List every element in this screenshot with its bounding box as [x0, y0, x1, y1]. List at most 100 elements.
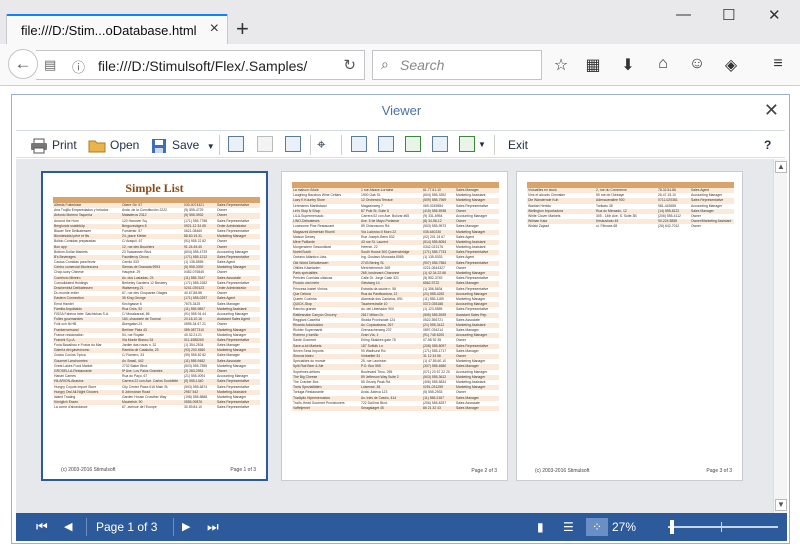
zoom-slider-tick: [721, 522, 722, 532]
browser-tab-bar: file:///D:/Stim...oDatabase.html × + — ☐…: [0, 0, 800, 44]
table-cell: Sales Manager: [456, 405, 479, 410]
print-label: Print: [52, 138, 77, 152]
report-body: La maison d'Asie 1 rue Alsace-Lorraine 61.…: [292, 188, 499, 412]
scroll-up-icon[interactable]: ▲: [775, 161, 787, 173]
vertical-scrollbar[interactable]: ▲ ▼: [773, 159, 787, 513]
reading-list-icon[interactable]: ▦: [583, 55, 603, 75]
table-cell: 86 21 32 43: [423, 405, 441, 410]
exit-button[interactable]: Exit: [508, 135, 528, 155]
multi-page-view-icon[interactable]: ⁘: [586, 518, 608, 536]
last-page-icon[interactable]: ⏭: [207, 518, 219, 536]
minimize-icon[interactable]: —: [676, 6, 691, 23]
report-page-3[interactable]: Company Address Phone Contact Victuailles en…: [516, 171, 743, 481]
status-divider: [86, 518, 87, 536]
zoom-slider[interactable]: [668, 526, 778, 528]
folder-icon: [88, 138, 106, 154]
page-indicator[interactable]: Page 1 of 3: [96, 518, 157, 536]
continuous-icon[interactable]: [378, 136, 394, 152]
single-page-view-icon[interactable]: ▮: [537, 518, 544, 536]
page-footer-left: (c) 2003-2016 Stimulsoft: [535, 468, 590, 474]
save-label: Save: [172, 138, 200, 152]
scroll-down-icon[interactable]: ▼: [775, 499, 787, 511]
next-page-icon[interactable]: ▶: [182, 518, 190, 536]
table-cell: Wolski Zajazd: [528, 224, 550, 229]
clipboard-icon[interactable]: [257, 136, 273, 152]
table-row: Wolski Zajazd ul. Filtrowa 68 (26) 642-701…: [527, 224, 734, 229]
url-text[interactable]: file:///D:/Stimulsoft/Flex/.Samples/: [98, 58, 307, 74]
home-icon[interactable]: ⌂: [653, 55, 673, 73]
viewer-toolbar: Print Open Save ▼ ⌖ ▼ Exit ?: [16, 130, 785, 158]
search-icon: ⌕: [381, 56, 389, 72]
search-placeholder: Search: [400, 57, 445, 73]
page-footer-right: Page 1 of 3: [230, 467, 256, 473]
report-body: Victuailles en stock 2, rue du Commerce 78…: [527, 188, 734, 230]
open-button[interactable]: Open: [88, 135, 139, 155]
zoom-value: 27%: [612, 520, 637, 534]
browser-nav-bar: ▤ ⓘ file:///D:/Stimulsoft/Flex/.Samples/…: [0, 44, 800, 86]
chevron-down-icon: ▼: [206, 142, 215, 151]
report-page-2[interactable]: Company Address Phone Contact La maison d'As…: [281, 171, 508, 481]
report-table: Company Address Phone Contact Alfreds Futter…: [53, 197, 260, 411]
window-close-icon[interactable]: ✕: [768, 6, 781, 24]
table-cell: Owner: [691, 224, 701, 229]
viewer-statusbar: ⏮ ◀ Page 1 of 3 ▶ ⏭ ▮ ☰ ⁘ 27%: [16, 513, 787, 541]
continuous-view-icon[interactable]: ☰: [563, 518, 574, 536]
search-input[interactable]: ⌕ Search: [372, 50, 542, 80]
new-tab-button[interactable]: +: [236, 18, 249, 40]
table-cell: Sales Representative: [217, 405, 250, 410]
single-page-icon[interactable]: [351, 136, 367, 152]
table-cell: (26) 642-7012: [658, 224, 680, 229]
reload-icon[interactable]: ↻: [343, 56, 356, 74]
bookmarks-icon[interactable]: [228, 136, 244, 152]
page-width-icon[interactable]: [432, 136, 448, 152]
close-icon[interactable]: ×: [210, 20, 219, 38]
viewer-title: Viewer: [381, 103, 422, 118]
emoji-icon[interactable]: ☺: [687, 55, 707, 73]
viewer-window: Viewer ✕ Print Open Save ▼ ⌖ ▼ Exit ? Si…: [11, 94, 790, 544]
save-icon: [150, 138, 168, 154]
save-button[interactable]: Save ▼: [150, 135, 215, 155]
browser-tab[interactable]: file:///D:/Stim...oDatabase.html ×: [6, 14, 228, 44]
url-bar[interactable]: ▤ ⓘ file:///D:/Stimulsoft/Flex/.Samples/…: [36, 50, 365, 80]
table-cell: Smagsløget 45: [361, 405, 384, 410]
table-cell: Vaffeljernet: [293, 405, 310, 410]
report-page-1[interactable]: Simple List Company Address Phone Contact Al…: [41, 171, 268, 481]
page-content: Viewer ✕ Print Open Save ▼ ⌖ ▼ Exit ? Si…: [0, 86, 800, 552]
zoom-slider-handle[interactable]: [670, 520, 674, 534]
table-cell: ul. Filtrowa 68: [596, 224, 618, 229]
table-cell: 67, avenue de l'Europe: [122, 405, 157, 410]
tab-title: file:///D:/Stim...oDatabase.html: [21, 23, 197, 38]
report-table: Company Address Phone Contact Victuailles en…: [527, 182, 734, 230]
toolbar-divider: [494, 135, 495, 155]
report-body: Alfreds Futterkiste Obere Str. 57 030-0074…: [53, 203, 260, 411]
table-row: La corne d'abondance 67, avenue de l'Euro…: [53, 405, 260, 410]
bookmark-star-icon[interactable]: ☆: [551, 55, 571, 75]
find-icon[interactable]: ⌖: [317, 135, 325, 155]
viewer-close-icon[interactable]: ✕: [764, 100, 779, 121]
toolbar-divider: [310, 135, 311, 155]
report-table: Company Address Phone Contact La maison d'As…: [292, 182, 499, 412]
multi-page-icon[interactable]: [405, 136, 421, 152]
help-button[interactable]: ?: [764, 135, 771, 155]
library-icon[interactable]: ▤: [44, 57, 56, 73]
maximize-icon[interactable]: ☐: [722, 6, 735, 24]
menu-icon[interactable]: ≡: [768, 55, 788, 73]
prev-page-icon[interactable]: ◀: [64, 518, 72, 536]
back-button[interactable]: ←: [8, 49, 38, 79]
table-cell: 30.59.84.10: [184, 405, 202, 410]
printer-icon: [30, 138, 48, 154]
toolbar-divider: [219, 135, 220, 155]
zoom-icon[interactable]: [459, 136, 475, 152]
table-cell: La corne d'abondance: [54, 405, 88, 410]
report-title: Simple List: [125, 181, 184, 195]
report-page-area[interactable]: Simple List Company Address Phone Contact Al…: [16, 159, 773, 513]
download-icon[interactable]: ⬇: [618, 55, 638, 75]
info-icon[interactable]: ⓘ: [72, 57, 85, 76]
pocket-icon[interactable]: ◈: [721, 55, 741, 75]
page-footer-right: Page 3 of 3: [706, 468, 732, 474]
status-divider: [173, 518, 174, 536]
parameters-icon[interactable]: [285, 136, 301, 152]
chevron-down-icon[interactable]: ▼: [478, 135, 486, 155]
print-button[interactable]: Print: [30, 135, 77, 155]
first-page-icon[interactable]: ⏮: [36, 518, 48, 536]
